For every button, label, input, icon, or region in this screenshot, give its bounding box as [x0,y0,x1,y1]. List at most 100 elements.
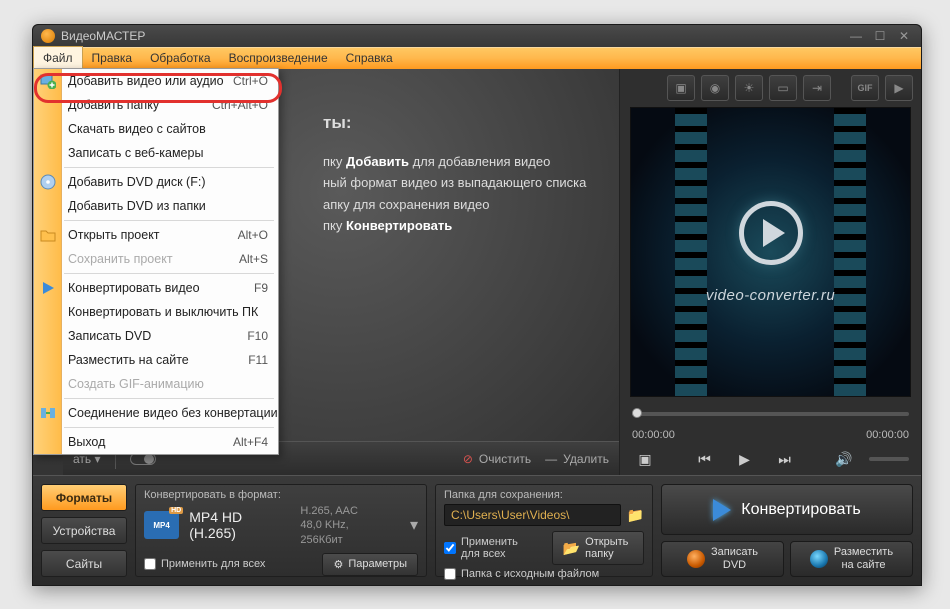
film-icon[interactable]: ▭ [769,75,797,101]
preview-video[interactable]: video-converter.ru [630,107,911,397]
file-menu-item-0[interactable]: Добавить видео или аудиоCtrl+O [34,69,278,93]
volume-icon[interactable]: 🔊 [831,447,857,471]
menu-item-shortcut: F9 [254,281,268,295]
menu-item-label: Выход [68,435,105,449]
seek-row [620,401,921,427]
file-menu-item-13[interactable]: Записать DVDF10 [34,324,278,348]
play-button[interactable]: ▶ [730,445,760,473]
file-menu-item-11[interactable]: Конвертировать видео F9 [34,276,278,300]
file-menu-item-2[interactable]: Скачать видео с сайтов [34,117,278,141]
menu-file[interactable]: Файл [33,46,83,69]
globe-icon [810,550,828,568]
camera-icon[interactable]: ▣ [632,447,658,471]
preview-pane: ▣ ◉ ☀ ▭ ⇥ GIF ▶ video-converter.ru [619,69,921,475]
play-icon [713,499,731,521]
tab-formats[interactable]: Форматы [41,484,127,511]
tab-devices[interactable]: Устройства [41,517,127,544]
burn-dvd-button[interactable]: Записать DVD [661,541,784,577]
apply-all-folder-checkbox[interactable]: Применить для всех [444,536,532,560]
gif-icon[interactable]: GIF [851,75,879,101]
minimize-button[interactable]: — [847,29,865,43]
play-icon [739,201,803,265]
convert-button[interactable]: Конвертировать [661,484,913,535]
file-menu-item-14[interactable]: Разместить на сайте F11 [34,348,278,372]
volume-slider[interactable] [869,457,909,461]
open-folder-button[interactable]: 📂Открыть папку [552,531,644,565]
file-menu-item-3[interactable]: Записать с веб-камеры [34,141,278,165]
file-menu-item-5[interactable]: Добавить DVD диск (F:) [34,170,278,194]
maximize-button[interactable]: ☐ [871,29,889,43]
keep-source-folder-checkbox[interactable]: Папка с исходным файлом [444,568,644,580]
menu-edit[interactable]: Правка [83,47,142,69]
format-name: MP4 HD (H.265) [189,509,290,541]
footer: Форматы Устройства Сайты Конвертировать … [33,475,921,585]
folder-icon [39,226,57,244]
mp4-badge-icon: MP4 [144,511,179,539]
app-window: ВидеоМАСТЕР — ☐ ✕ Файл Правка Обработка … [32,24,922,586]
menu-help[interactable]: Справка [337,47,402,69]
publish-button[interactable]: Разместить на сайте [790,541,913,577]
file-menu-item-1[interactable]: Добавить папкуCtrl+Alt+O [34,93,278,117]
menu-item-label: Сохранить проект [68,252,173,266]
menu-item-label: Разместить на сайте [68,353,189,367]
app-logo-icon [41,29,55,43]
folder-label: Папка для сохранения: [444,489,644,501]
menu-item-shortcut: F11 [248,353,268,367]
time-end: 00:00:00 [866,429,909,441]
format-box: Конвертировать в формат: MP4 MP4 HD (H.2… [135,484,427,577]
menu-item-shortcut: F10 [247,329,268,343]
speed-icon[interactable]: ⇥ [803,75,831,101]
menu-item-label: Открыть проект [68,228,160,242]
seek-slider[interactable] [632,412,909,416]
effect-toolbar: ▣ ◉ ☀ ▭ ⇥ GIF ▶ [620,69,921,107]
action-panel: Конвертировать Записать DVD Разместить н… [661,484,913,577]
next-button[interactable]: ⏭ [772,447,798,471]
close-button[interactable]: ✕ [895,29,913,43]
menu-item-label: Соединение видео без конвертации [68,406,278,420]
menu-item-shortcut: Alt+S [239,252,268,266]
footer-tabs: Форматы Устройства Сайты [41,484,127,577]
format-rate: 48,0 KHz, 256Кбит [300,518,392,547]
folder-icon: 📂 [563,540,580,557]
folder-path-input[interactable]: C:\Users\User\Videos\ [444,504,621,526]
filmstrip-icon [834,108,866,396]
menubar: Файл Правка Обработка Воспроизведение Сп… [33,47,921,69]
folder-box: Папка для сохранения: C:\Users\User\Vide… [435,484,653,577]
play-icon [39,279,57,297]
menu-item-label: Записать с веб-камеры [68,146,203,160]
menu-item-shortcut: Alt+O [238,228,268,242]
menu-process[interactable]: Обработка [141,47,220,69]
player-controls: ▣ ⏮ ▶ ⏭ 🔊 [620,443,921,475]
clear-button[interactable]: ⊘Очистить [463,452,531,466]
brightness-icon[interactable]: ☀ [735,75,763,101]
menu-item-label: Скачать видео с сайтов [68,122,206,136]
file-menu-item-6[interactable]: Добавить DVD из папки [34,194,278,218]
app-title: ВидеоМАСТЕР [61,29,145,43]
menu-item-shortcut: Ctrl+O [233,74,268,88]
snapshot-icon[interactable]: ▶ [885,75,913,101]
file-menu-item-8[interactable]: Открыть проект Alt+O [34,223,278,247]
menu-playback[interactable]: Воспроизведение [220,47,337,69]
delete-button[interactable]: —Удалить [545,452,609,466]
format-codec: H.265, AAC [300,504,392,518]
body: ты: пку Добавить для добавления видео ны… [33,69,921,585]
tab-sites[interactable]: Сайты [41,550,127,577]
format-selector[interactable]: MP4 MP4 HD (H.265) H.265, AAC 48,0 KHz, … [144,504,418,547]
disc-icon [687,550,705,568]
add-icon [39,72,57,90]
crop-icon[interactable]: ▣ [667,75,695,101]
file-menu-item-12[interactable]: Конвертировать и выключить ПК [34,300,278,324]
record-icon[interactable]: ◉ [701,75,729,101]
params-button[interactable]: ⚙Параметры [322,553,418,576]
menu-item-label: Конвертировать видео [68,281,200,295]
prev-button[interactable]: ⏮ [692,447,718,471]
filmstrip-icon [675,108,707,396]
browse-folder-icon[interactable]: 📁 [627,507,644,524]
apply-all-format-checkbox[interactable]: Применить для всех [144,558,265,570]
file-menu-item-19[interactable]: ВыходAlt+F4 [34,430,278,454]
main-area: ты: пку Добавить для добавления видео ны… [63,69,619,475]
file-menu-item-15: Создать GIF-анимацию [34,372,278,396]
time-start: 00:00:00 [632,429,675,441]
file-menu-item-17[interactable]: Соединение видео без конвертации [34,401,278,425]
dvd-icon [39,173,57,191]
